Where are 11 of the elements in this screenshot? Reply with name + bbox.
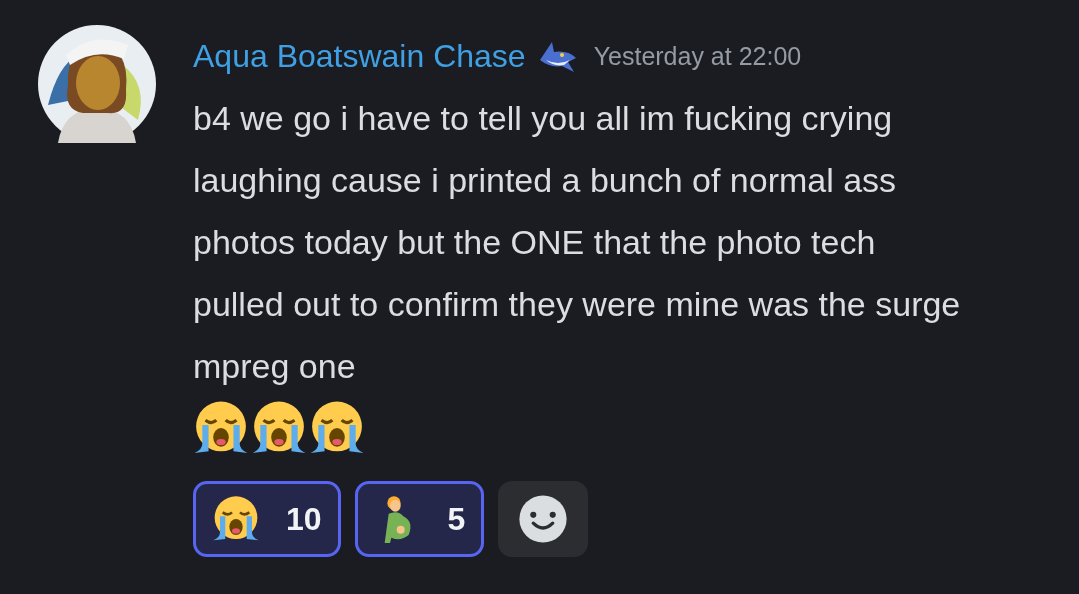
- add-reaction-button[interactable]: [498, 481, 589, 557]
- reaction-button[interactable]: 5: [354, 481, 485, 557]
- author-name[interactable]: Aqua Boatswain Chase: [193, 37, 526, 75]
- smiley-icon: [518, 494, 569, 544]
- crying-face-icon: [212, 495, 260, 543]
- crying-face-icon: [309, 400, 365, 456]
- reaction-button[interactable]: 10: [193, 481, 341, 557]
- crying-face-icon: [251, 400, 307, 456]
- timestamp: Yesterday at 22:00: [593, 41, 802, 71]
- message-text: b4 we go i have to tell you all im fucking crying laughing cause i printed a bunch of normal ass photos today but the ONE that the photo tech pulled out to confirm they were mine was the surge mpreg one: [193, 98, 962, 387]
- crying-face-icon: [193, 400, 249, 456]
